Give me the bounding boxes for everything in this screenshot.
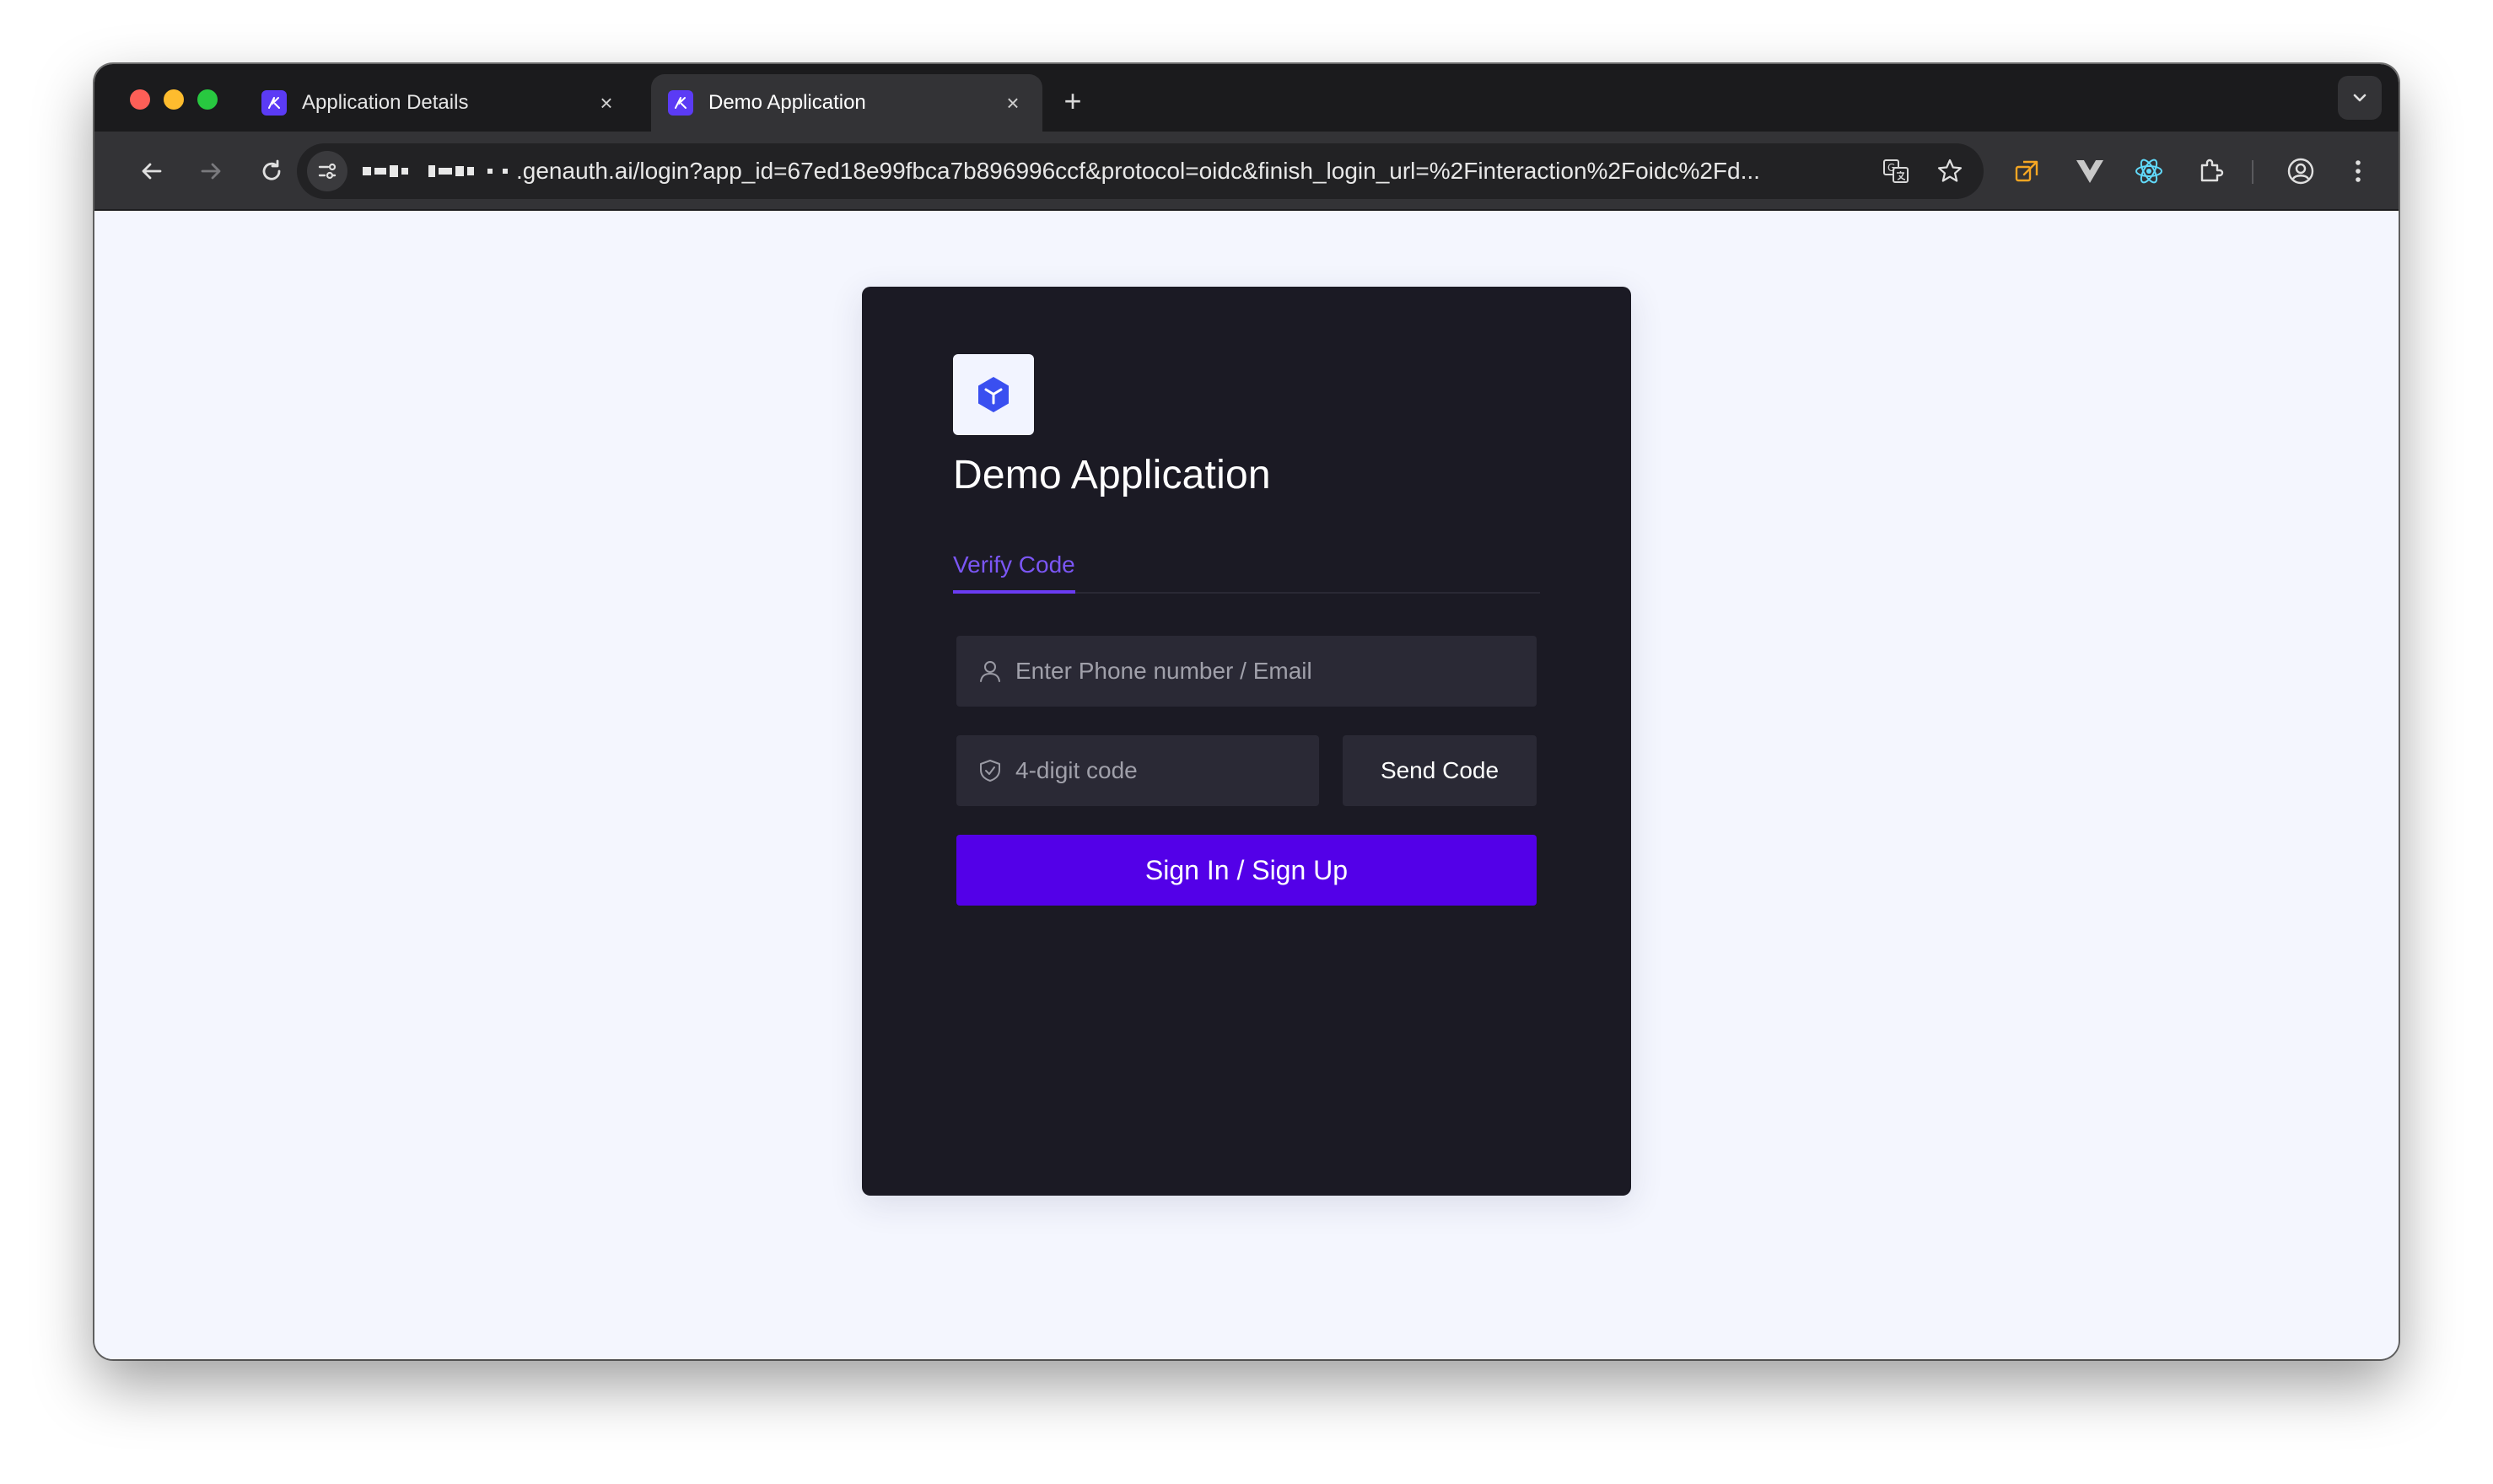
vue-devtools-button[interactable] xyxy=(2070,151,2110,191)
translate-button[interactable]: G xyxy=(1876,151,1916,191)
app-favicon-icon xyxy=(261,90,287,116)
copy-extension-icon xyxy=(2015,160,2038,182)
account-field[interactable] xyxy=(956,636,1537,707)
tab-application-details[interactable]: Application Details × xyxy=(245,74,636,132)
forward-arrow-icon xyxy=(201,163,221,180)
url-text[interactable]: .genauth.ai/login?app_id=67ed18e99fbca7b… xyxy=(516,158,1876,185)
react-devtools-icon xyxy=(2135,159,2162,184)
reload-button[interactable] xyxy=(251,151,292,191)
site-info-icon xyxy=(318,163,337,180)
account-input[interactable] xyxy=(1015,658,1537,685)
redacted-domain xyxy=(363,165,511,177)
browser-window: Application Details × Demo Application ×… xyxy=(94,64,2399,1359)
minimize-window-button[interactable] xyxy=(164,89,184,110)
svg-text:G: G xyxy=(1887,162,1895,174)
code-field[interactable] xyxy=(956,735,1319,806)
maximize-window-button[interactable] xyxy=(197,89,218,110)
login-method-tabs: Verify Code xyxy=(953,540,1540,594)
profile-button[interactable] xyxy=(2280,151,2321,191)
tab-close-icon[interactable]: × xyxy=(1000,90,1026,116)
forward-button[interactable] xyxy=(191,151,231,191)
more-menu-button[interactable] xyxy=(2338,151,2378,191)
copy-extension-button[interactable] xyxy=(2007,151,2048,191)
react-devtools-button[interactable] xyxy=(2129,151,2169,191)
puzzle-extensions-icon xyxy=(2200,159,2224,182)
page-content: Demo Application Verify Code Send Code S… xyxy=(94,211,2399,1359)
cube-logo-icon xyxy=(978,377,1009,412)
reload-icon xyxy=(262,159,281,180)
site-info-button[interactable] xyxy=(307,151,347,191)
bookmark-button[interactable] xyxy=(1930,151,1970,191)
app-logo xyxy=(953,354,1034,435)
sign-in-sign-up-button[interactable]: Sign In / Sign Up xyxy=(956,835,1537,906)
back-button[interactable] xyxy=(132,151,172,191)
toolbar-divider xyxy=(2252,160,2253,184)
code-input[interactable] xyxy=(1015,757,1319,784)
tab-close-icon[interactable]: × xyxy=(594,90,619,116)
send-code-button[interactable]: Send Code xyxy=(1343,735,1537,806)
user-icon xyxy=(978,659,1002,683)
app-title: Demo Application xyxy=(953,453,1271,497)
close-window-button[interactable] xyxy=(130,89,150,110)
tab-verify-code[interactable]: Verify Code xyxy=(953,540,1075,594)
translate-icon: G xyxy=(1883,159,1909,183)
login-card: Demo Application Verify Code Send Code S… xyxy=(862,287,1631,1196)
new-tab-button[interactable]: + xyxy=(1056,83,1090,118)
tab-strip: Application Details × Demo Application ×… xyxy=(94,64,2399,132)
more-menu-icon xyxy=(2356,160,2361,182)
browser-toolbar: .genauth.ai/login?app_id=67ed18e99fbca7b… xyxy=(94,132,2399,211)
app-favicon-icon xyxy=(668,90,693,116)
profile-icon xyxy=(2287,158,2314,185)
star-icon xyxy=(1937,159,1963,182)
extensions-button[interactable] xyxy=(2191,151,2232,191)
vue-devtools-icon xyxy=(2076,160,2103,183)
chevron-down-icon xyxy=(2353,94,2366,102)
shield-check-icon xyxy=(978,759,1002,782)
tab-search-button[interactable] xyxy=(2338,76,2382,120)
back-arrow-icon xyxy=(142,163,162,180)
tab-demo-application[interactable]: Demo Application × xyxy=(651,74,1042,132)
tab-title: Application Details xyxy=(302,91,469,114)
tab-title: Demo Application xyxy=(708,91,866,114)
address-bar[interactable]: .genauth.ai/login?app_id=67ed18e99fbca7b… xyxy=(297,143,1984,199)
